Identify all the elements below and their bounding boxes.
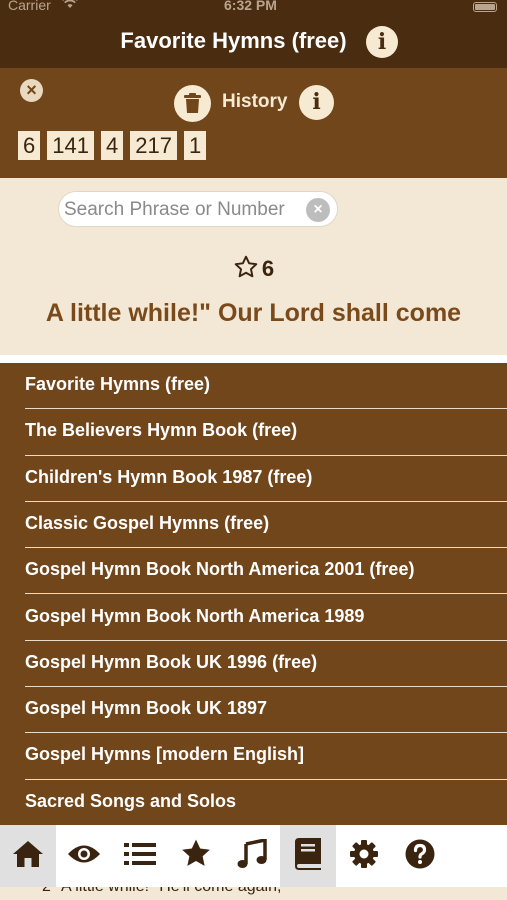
home-icon — [12, 839, 44, 874]
carrier-label: Carrier — [8, 0, 51, 13]
search-box: × — [58, 191, 338, 227]
history-chip[interactable]: 217 — [130, 131, 177, 160]
close-icon[interactable]: × — [20, 79, 43, 102]
tab-books[interactable] — [280, 825, 336, 887]
history-label: History — [222, 91, 288, 112]
book-item-label: Gospel Hymns [modern English] — [25, 744, 305, 765]
history-chip[interactable]: 4 — [100, 131, 124, 160]
clock: 6:32 PM — [224, 0, 277, 13]
history-chip[interactable]: 6 — [18, 131, 41, 160]
tab-favorites[interactable] — [168, 825, 224, 887]
book-item-label: Classic Gospel Hymns (free) — [25, 512, 270, 533]
book-item-label: Gospel Hymn Book North America 2001 (fre… — [25, 559, 415, 580]
gear-icon — [349, 839, 379, 874]
book-item-label: Gospel Hymn Book UK 1897 — [25, 698, 268, 719]
book-item[interactable]: Children's Hymn Book 1987 (free) — [25, 456, 507, 502]
list-icon — [124, 842, 156, 871]
tab-help[interactable] — [392, 825, 448, 887]
star-outline-icon[interactable] — [233, 255, 262, 281]
history-chips: 6 141 4 217 1 — [18, 131, 207, 160]
book-item[interactable]: Gospel Hymn Book UK 1897 — [25, 687, 507, 734]
book-item[interactable]: Favorite Hymns (free) — [25, 363, 507, 410]
book-item-label: The Believers Hymn Book (free) — [25, 420, 298, 441]
book-item-label: Gospel Hymn Book UK 1996 (free) — [25, 651, 318, 672]
book-item[interactable]: Classic Gospel Hymns (free) — [25, 502, 507, 549]
status-bar: Carrier 6:32 PM — [0, 0, 507, 14]
tab-home[interactable] — [0, 825, 56, 887]
hymn-number: 6 — [261, 256, 275, 281]
battery-icon — [473, 2, 497, 12]
lyrics-preview: 2 "A little while!" He'll come again; — [0, 887, 507, 900]
book-item[interactable]: Gospel Hymn Book North America 1989 — [25, 595, 507, 641]
tab-bar — [0, 825, 507, 887]
tab-list[interactable] — [112, 825, 168, 887]
book-item[interactable]: The Believers Hymn Book (free) — [25, 409, 507, 456]
divider — [0, 355, 507, 363]
clear-search-icon[interactable]: × — [306, 198, 330, 222]
book-list: Favorite Hymns (free) The Believers Hymn… — [0, 363, 507, 825]
book-item[interactable]: Sacred Songs and Solos — [25, 780, 507, 825]
tab-music[interactable] — [224, 825, 280, 887]
search-area: × 6 A little while!" Our Lord shall come — [0, 178, 507, 355]
lyrics-preview-text: 2 "A little while!" He'll come again; — [42, 887, 281, 896]
wifi-icon — [62, 0, 78, 12]
title-bar: Favorite Hymns (free) i — [0, 14, 507, 68]
help-icon — [405, 839, 435, 874]
favorite-row: 6 — [0, 254, 507, 282]
history-chip[interactable]: 1 — [183, 131, 207, 160]
trash-icon[interactable] — [174, 85, 211, 122]
book-item-label: Children's Hymn Book 1987 (free) — [25, 466, 313, 487]
music-note-icon — [237, 837, 267, 874]
history-info-icon[interactable]: i — [299, 85, 334, 120]
tab-view[interactable] — [56, 825, 112, 887]
book-icon — [295, 837, 321, 875]
page-title: Favorite Hymns (free) — [120, 28, 347, 53]
history-panel: × History i 6 141 4 217 1 — [0, 68, 507, 178]
info-icon[interactable]: i — [366, 26, 398, 58]
book-item-label: Sacred Songs and Solos — [25, 790, 237, 811]
book-item[interactable]: Gospel Hymns [modern English] — [25, 733, 507, 780]
book-item[interactable]: Gospel Hymn Book UK 1996 (free) — [25, 641, 507, 688]
hymn-title: A little while!" Our Lord shall come — [45, 299, 462, 327]
tab-settings[interactable] — [336, 825, 392, 887]
star-icon — [180, 839, 212, 874]
eye-icon — [67, 843, 101, 870]
book-item-label: Gospel Hymn Book North America 1989 — [25, 605, 365, 626]
book-item[interactable]: Gospel Hymn Book North America 2001 (fre… — [25, 548, 507, 595]
book-item-label: Favorite Hymns (free) — [25, 374, 211, 394]
search-input[interactable] — [64, 197, 300, 223]
history-chip[interactable]: 141 — [47, 131, 94, 160]
